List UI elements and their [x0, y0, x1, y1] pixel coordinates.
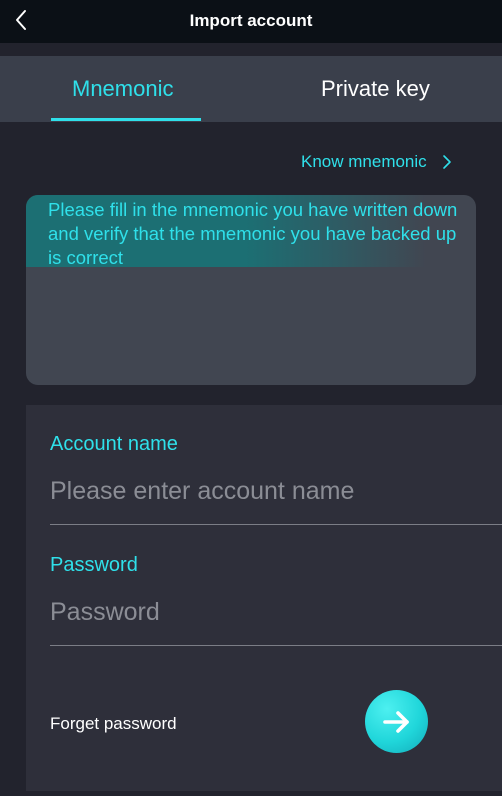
password-input[interactable]: [50, 592, 502, 632]
mnemonic-hint: Please fill in the mnemonic you have wri…: [48, 199, 458, 268]
tab-bar: Mnemonic Private key: [0, 56, 502, 122]
header: Import account: [0, 0, 502, 43]
password-divider: [50, 645, 502, 646]
page-title: Import account: [189, 11, 313, 30]
account-form: Account name Password Forget password: [26, 405, 502, 791]
active-tab-indicator: [51, 118, 201, 121]
submit-button[interactable]: [365, 690, 428, 753]
account-name-divider: [50, 524, 502, 525]
know-mnemonic-link[interactable]: Know mnemonic: [301, 152, 453, 172]
mnemonic-input[interactable]: Please fill in the mnemonic you have wri…: [26, 195, 476, 385]
arrow-right-icon: [382, 710, 409, 733]
tab-private-key[interactable]: Private key: [321, 76, 430, 102]
password-label: Password: [50, 554, 138, 576]
account-name-input[interactable]: [50, 471, 502, 511]
chevron-right-icon: [442, 155, 451, 169]
forget-password-link[interactable]: Forget password: [50, 714, 177, 734]
tab-mnemonic[interactable]: Mnemonic: [72, 76, 173, 102]
account-name-label: Account name: [50, 433, 178, 455]
know-mnemonic-label: Know mnemonic: [301, 152, 427, 171]
